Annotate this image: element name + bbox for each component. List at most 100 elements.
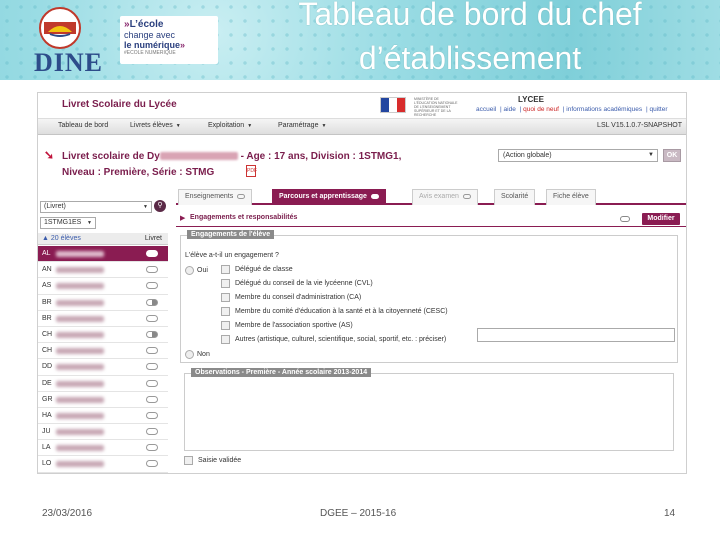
menubar: Tableau de bord Livrets élèves ▼ Exploita… bbox=[38, 119, 686, 135]
radio-non[interactable] bbox=[185, 350, 194, 359]
autres-precision-input[interactable] bbox=[477, 328, 675, 342]
link-informations-academiques[interactable]: informations académiques bbox=[566, 106, 642, 113]
student-count[interactable]: ▲ 20 élèves bbox=[42, 235, 81, 242]
student-row[interactable]: LO bbox=[38, 456, 168, 473]
saisie-validee-label: Saisie validée bbox=[198, 457, 242, 464]
student-row[interactable]: GR bbox=[38, 391, 168, 408]
slide-title-line1: Tableau de bord du chef bbox=[298, 0, 642, 32]
ok-button[interactable]: OK bbox=[663, 149, 681, 162]
app-header: Livret Scolaire du Lycée MINISTÈRE DE L'… bbox=[38, 93, 686, 119]
blurred-name bbox=[56, 315, 104, 322]
livret-toggle-icon[interactable] bbox=[146, 282, 158, 290]
checkbox-delegue-classe[interactable] bbox=[221, 265, 230, 274]
student-row[interactable]: CH bbox=[38, 343, 168, 360]
checkbox-autres[interactable] bbox=[221, 335, 230, 344]
tab-fiche-eleve[interactable]: Fiche élève bbox=[546, 189, 596, 205]
menu-tableau-de-bord[interactable]: Tableau de bord bbox=[58, 122, 108, 129]
arrow-right-icon: ➘ bbox=[44, 148, 55, 162]
student-name-line: Livret scolaire de Dy - Age : 17 ans, Di… bbox=[62, 151, 401, 162]
checkbox-saisie-validee[interactable] bbox=[184, 456, 193, 465]
student-row[interactable]: LA bbox=[38, 440, 168, 457]
student-name: GR bbox=[42, 395, 53, 403]
livret-toggle-icon[interactable] bbox=[146, 379, 158, 387]
student-row[interactable]: AS bbox=[38, 278, 168, 295]
class-select[interactable]: 1STMG1ES ▼ bbox=[40, 217, 96, 229]
blurred-name bbox=[159, 152, 238, 161]
polynesia-emblem-icon bbox=[39, 7, 81, 49]
dine-wordmark: DINE bbox=[34, 48, 104, 77]
ecole-line4: #ECOLE NUMERIQUE bbox=[124, 50, 176, 56]
app-window: Livret Scolaire du Lycée MINISTÈRE DE L'… bbox=[37, 92, 687, 474]
option-membre-as: Membre de l'association sportive (AS) bbox=[235, 322, 353, 329]
menu-parametrage[interactable]: Paramétrage ▼ bbox=[278, 122, 326, 129]
radio-oui[interactable] bbox=[185, 266, 194, 275]
student-row[interactable]: HA bbox=[38, 407, 168, 425]
blurred-name bbox=[56, 348, 104, 355]
ecole-line1: L’école bbox=[129, 19, 164, 30]
link-accueil[interactable]: accueil bbox=[476, 106, 496, 113]
blurred-name bbox=[56, 299, 104, 306]
livret-toggle-icon[interactable] bbox=[146, 266, 158, 274]
blurred-name bbox=[56, 283, 104, 290]
student-row[interactable]: DE bbox=[38, 375, 168, 392]
option-autres: Autres (artistique, culturel, scientifiq… bbox=[235, 336, 447, 343]
tab-enseignements[interactable]: Enseignements bbox=[178, 189, 253, 205]
option-delegue-cvl: Délégué du conseil de la vie lycéenne (C… bbox=[235, 280, 373, 287]
livret-toggle-icon[interactable] bbox=[146, 444, 158, 452]
livret-toggle-icon[interactable] bbox=[146, 460, 158, 468]
student-name: DD bbox=[42, 363, 53, 371]
checkbox-membre-as[interactable] bbox=[221, 321, 230, 330]
tab-avis-examen[interactable]: Avis examen bbox=[412, 189, 478, 205]
menu-livrets-eleves[interactable]: Livrets élèves ▼ bbox=[130, 122, 181, 129]
ecole-arrow-right: » bbox=[180, 40, 186, 50]
chevron-down-icon: ▼ bbox=[648, 152, 654, 158]
link-quitter[interactable]: quitter bbox=[649, 106, 667, 113]
observations-textarea[interactable]: Observations - Première - Année scolaire… bbox=[184, 368, 674, 451]
tab-scolarite[interactable]: Scolarité bbox=[494, 189, 536, 205]
checkbox-delegue-cvl[interactable] bbox=[221, 279, 230, 288]
checkbox-membre-cesc[interactable] bbox=[221, 307, 230, 316]
modify-button[interactable]: Modifier bbox=[642, 213, 680, 225]
student-row[interactable]: JU bbox=[38, 424, 168, 441]
livret-toggle-icon[interactable] bbox=[146, 411, 158, 419]
student-name: AN bbox=[42, 266, 52, 274]
level-select[interactable]: (Livret) ▼ bbox=[40, 201, 152, 213]
student-name: BR bbox=[42, 314, 52, 322]
link-quoi-de-neuf[interactable]: quoi de neuf bbox=[523, 106, 559, 113]
column-livret: Livret bbox=[144, 235, 162, 242]
pdf-icon[interactable]: PDF bbox=[246, 165, 257, 177]
chevron-down-icon: ▼ bbox=[87, 220, 92, 226]
slide: DINE »L’école change avec le numérique» … bbox=[0, 0, 720, 540]
link-aide[interactable]: aide bbox=[504, 106, 516, 113]
blurred-name bbox=[56, 364, 104, 371]
radio-oui-label: Oui bbox=[197, 267, 208, 274]
livret-toggle-icon[interactable] bbox=[146, 314, 158, 322]
student-list-header: ▲ 20 élèves Livret bbox=[38, 233, 168, 245]
checkbox-membre-ca[interactable] bbox=[221, 293, 230, 302]
student-row[interactable]: DD bbox=[38, 359, 168, 376]
blurred-name bbox=[56, 331, 104, 338]
livret-toggle-icon[interactable] bbox=[146, 330, 158, 338]
student-list-panel: (Livret) ▼ ⚲ 1STMG1ES ▼ ▲ 20 élèves Livr… bbox=[38, 199, 168, 473]
livret-toggle-icon[interactable] bbox=[146, 363, 158, 371]
student-row[interactable]: AL bbox=[38, 246, 168, 263]
tab-parcours[interactable]: Parcours et apprentissage bbox=[272, 189, 386, 205]
student-row[interactable]: AN bbox=[38, 262, 168, 279]
student-row[interactable]: BR bbox=[38, 294, 168, 311]
menu-exploitation[interactable]: Exploitation ▼ bbox=[208, 122, 252, 129]
toggle-icon[interactable] bbox=[620, 216, 630, 222]
student-name: DE bbox=[42, 379, 52, 387]
chevron-down-icon: ▼ bbox=[175, 123, 181, 129]
student-row[interactable]: BR bbox=[38, 310, 168, 327]
search-icon[interactable]: ⚲ bbox=[154, 200, 166, 212]
livret-toggle-icon[interactable] bbox=[146, 298, 158, 306]
student-name: LA bbox=[42, 444, 51, 452]
section-title: Engagements et responsabilités bbox=[190, 214, 298, 221]
student-row[interactable]: CH bbox=[38, 326, 168, 344]
livret-toggle-icon[interactable] bbox=[146, 395, 158, 403]
livret-toggle-icon[interactable] bbox=[146, 250, 158, 257]
livret-toggle-icon[interactable] bbox=[146, 347, 158, 355]
livret-toggle-icon[interactable] bbox=[146, 428, 158, 436]
global-action-select[interactable]: (Action globale) ▼ bbox=[498, 149, 658, 162]
toggle-icon bbox=[370, 193, 379, 199]
